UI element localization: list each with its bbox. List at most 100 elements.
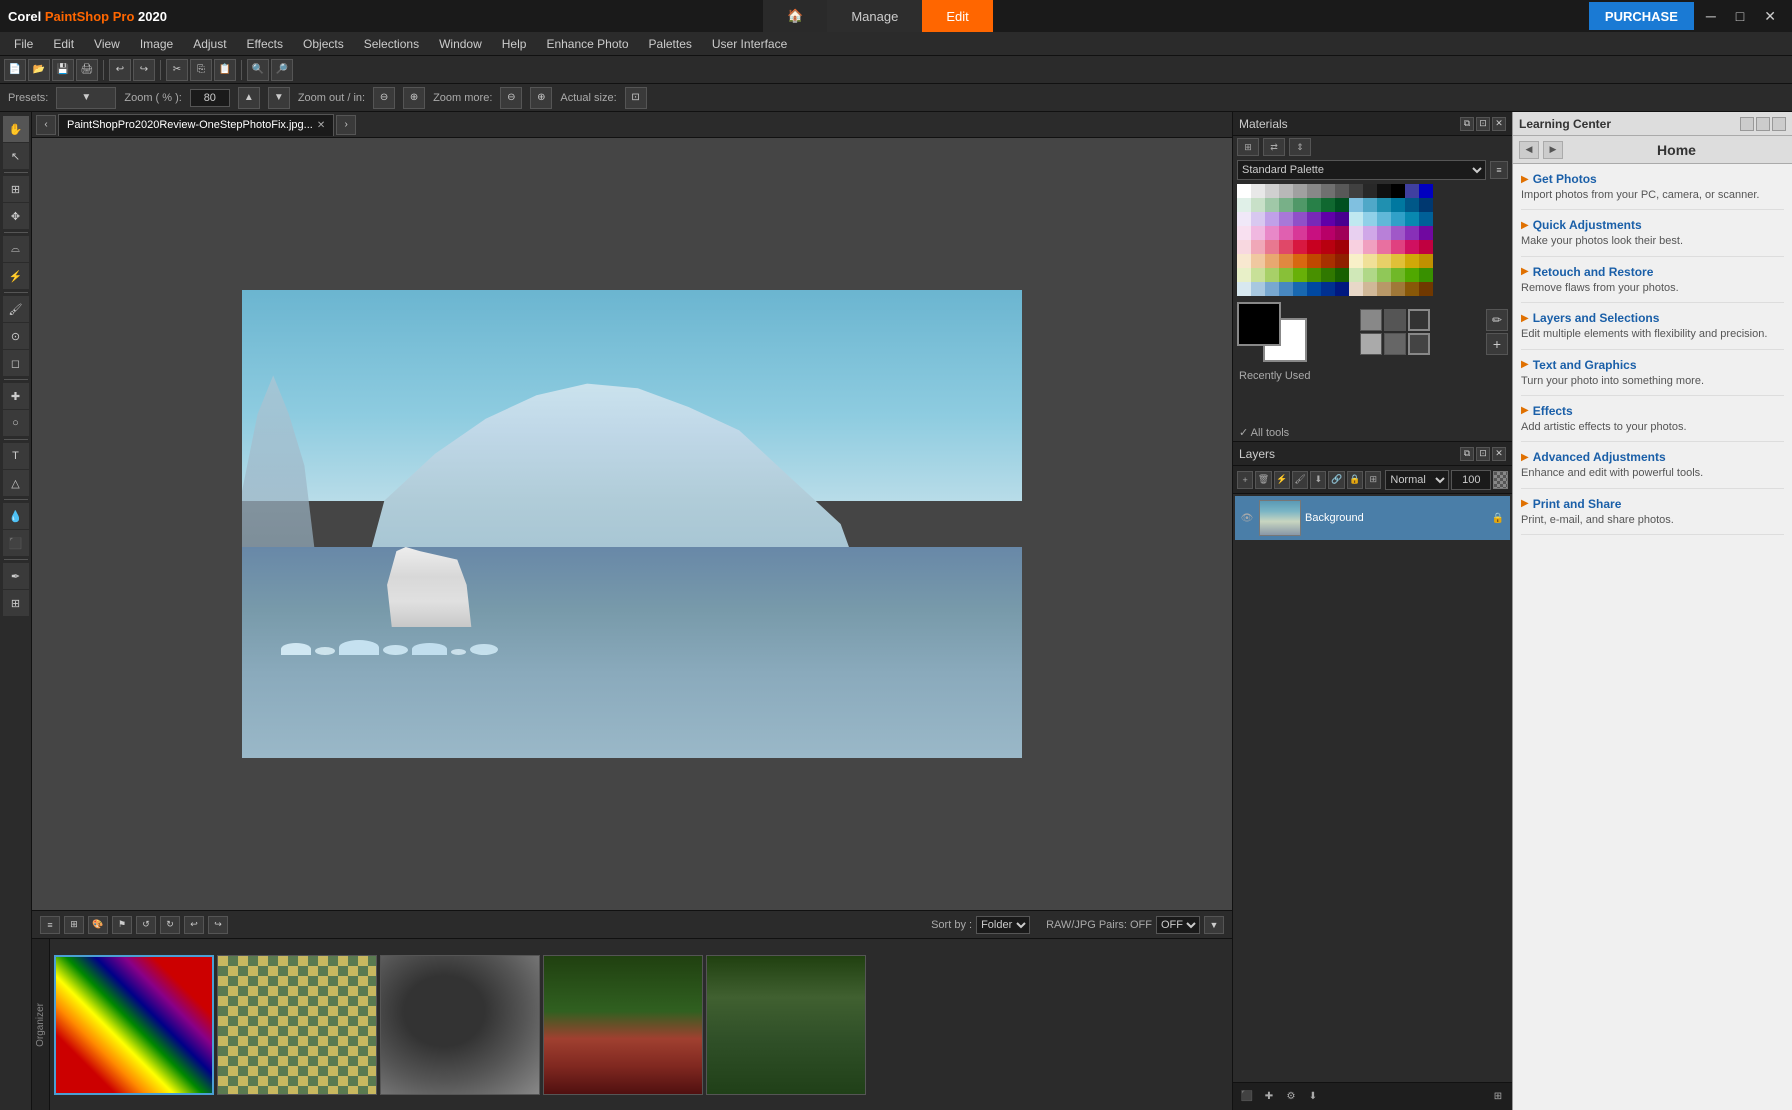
color-cell[interactable] bbox=[1265, 240, 1279, 254]
color-cell[interactable] bbox=[1265, 198, 1279, 212]
org-view-btn-1[interactable]: ≡ bbox=[40, 916, 60, 934]
fg-pattern-swatch-1[interactable] bbox=[1360, 333, 1382, 355]
color-cell[interactable] bbox=[1335, 212, 1349, 226]
transparent-swatch[interactable] bbox=[1408, 309, 1430, 331]
color-cell[interactable] bbox=[1307, 268, 1321, 282]
color-cell[interactable] bbox=[1405, 184, 1419, 198]
color-cell[interactable] bbox=[1349, 254, 1363, 268]
color-cell[interactable] bbox=[1363, 184, 1377, 198]
actual-size-btn[interactable]: ⊡ bbox=[625, 87, 647, 109]
color-cell[interactable] bbox=[1321, 240, 1335, 254]
color-cell[interactable] bbox=[1279, 268, 1293, 282]
color-cell[interactable] bbox=[1391, 184, 1405, 198]
fill-tool[interactable]: ⬛ bbox=[3, 530, 29, 556]
color-cell[interactable] bbox=[1237, 184, 1251, 198]
color-cell[interactable] bbox=[1349, 198, 1363, 212]
color-cell[interactable] bbox=[1279, 282, 1293, 296]
org-thumb-2[interactable] bbox=[217, 955, 377, 1095]
menu-user-interface[interactable]: User Interface bbox=[702, 35, 797, 53]
pan-tool[interactable]: ✋ bbox=[3, 116, 29, 142]
color-cell[interactable] bbox=[1251, 268, 1265, 282]
layers-restore-btn[interactable]: ⧉ bbox=[1460, 447, 1474, 461]
color-cell[interactable] bbox=[1405, 254, 1419, 268]
pattern-swatch-1[interactable] bbox=[1360, 309, 1382, 331]
color-cell[interactable] bbox=[1363, 226, 1377, 240]
layers-tb-merge[interactable]: ⬇ bbox=[1310, 471, 1326, 489]
color-cell[interactable] bbox=[1419, 226, 1433, 240]
grid-view-btn[interactable]: ⊞ bbox=[1237, 138, 1259, 156]
zoom-more-in-btn[interactable]: ⊕ bbox=[530, 87, 552, 109]
lc-section-layers-header[interactable]: ▶ Layers and Selections bbox=[1521, 311, 1784, 325]
color-cell[interactable] bbox=[1265, 282, 1279, 296]
zoom-in-btn[interactable]: ⊕ bbox=[403, 87, 425, 109]
color-cell[interactable] bbox=[1405, 198, 1419, 212]
color-cell[interactable] bbox=[1377, 254, 1391, 268]
lc-section-effects-header[interactable]: ▶ Effects bbox=[1521, 404, 1784, 418]
undo-button[interactable]: ↩ bbox=[109, 59, 131, 81]
color-cell[interactable] bbox=[1405, 212, 1419, 226]
lc-section-quick-adj-header[interactable]: ▶ Quick Adjustments bbox=[1521, 218, 1784, 232]
materials-restore-btn[interactable]: ⧉ bbox=[1460, 117, 1474, 131]
color-cell[interactable] bbox=[1293, 268, 1307, 282]
layer-item-background[interactable]: 👁 Background 🔒 bbox=[1235, 496, 1510, 540]
color-cell[interactable] bbox=[1251, 282, 1265, 296]
menu-selections[interactable]: Selections bbox=[354, 35, 429, 53]
lc-back-btn[interactable]: ◀ bbox=[1519, 141, 1539, 159]
org-color-btn[interactable]: 🎨 bbox=[88, 916, 108, 934]
org-redo-btn[interactable]: ↪ bbox=[208, 916, 228, 934]
lc-close-btn[interactable]: ✕ bbox=[1772, 117, 1786, 131]
color-cell[interactable] bbox=[1237, 254, 1251, 268]
color-cell[interactable] bbox=[1391, 282, 1405, 296]
layer-visibility-icon[interactable]: 👁 bbox=[1239, 510, 1255, 526]
pattern-swatch-2[interactable] bbox=[1384, 309, 1406, 331]
menu-image[interactable]: Image bbox=[130, 35, 183, 53]
color-cell[interactable] bbox=[1335, 184, 1349, 198]
crop-tool[interactable]: ⊞ bbox=[3, 176, 29, 202]
organizer-expand-btn[interactable]: ▼ bbox=[1204, 916, 1224, 934]
zoom-up-button[interactable]: ▲ bbox=[238, 87, 260, 109]
color-cell[interactable] bbox=[1307, 282, 1321, 296]
color-cell[interactable] bbox=[1377, 268, 1391, 282]
mesh-tool[interactable]: ⊞ bbox=[3, 590, 29, 616]
materials-close-btn[interactable]: ✕ bbox=[1492, 117, 1506, 131]
pen-tool[interactable]: ✒ bbox=[3, 563, 29, 589]
color-cell[interactable] bbox=[1321, 184, 1335, 198]
menu-palettes[interactable]: Palettes bbox=[639, 35, 702, 53]
color-cell[interactable] bbox=[1293, 282, 1307, 296]
resize-btn[interactable]: ⇕ bbox=[1289, 138, 1311, 156]
text-tool[interactable]: T bbox=[3, 443, 29, 469]
zoom-down-button[interactable]: ▼ bbox=[268, 87, 290, 109]
color-cell[interactable] bbox=[1405, 226, 1419, 240]
raw-jpg-select[interactable]: OFF ON bbox=[1156, 916, 1200, 934]
color-cell[interactable] bbox=[1377, 226, 1391, 240]
cut-button[interactable]: ✂ bbox=[166, 59, 188, 81]
lc-forward-btn[interactable]: ▶ bbox=[1543, 141, 1563, 159]
select-tool[interactable]: ↖ bbox=[3, 143, 29, 169]
color-cell[interactable] bbox=[1349, 184, 1363, 198]
layers-tb-paint[interactable]: 🖌 bbox=[1292, 471, 1308, 489]
zoom-out-btn[interactable]: ⊖ bbox=[373, 87, 395, 109]
minimize-button[interactable]: ─ bbox=[1698, 4, 1724, 28]
opacity-input[interactable] bbox=[1451, 470, 1491, 490]
color-cell[interactable] bbox=[1321, 268, 1335, 282]
layers-tb-link[interactable]: 🔗 bbox=[1328, 471, 1344, 489]
color-cell[interactable] bbox=[1349, 226, 1363, 240]
color-cell[interactable] bbox=[1391, 240, 1405, 254]
print-button[interactable]: 🖨 bbox=[76, 59, 98, 81]
color-cell[interactable] bbox=[1349, 268, 1363, 282]
layer-lock-icon[interactable]: 🔒 bbox=[1490, 510, 1506, 526]
zoom-out-button[interactable]: 🔎 bbox=[271, 59, 293, 81]
blend-mode-select[interactable]: Normal Multiply Screen Overlay bbox=[1385, 470, 1449, 490]
color-cell[interactable] bbox=[1349, 240, 1363, 254]
lb-settings-btn[interactable]: ⚙ bbox=[1281, 1088, 1301, 1106]
color-cell[interactable] bbox=[1349, 212, 1363, 226]
color-cell[interactable] bbox=[1363, 268, 1377, 282]
color-cell[interactable] bbox=[1335, 240, 1349, 254]
color-cell[interactable] bbox=[1307, 226, 1321, 240]
org-thumb-4[interactable] bbox=[543, 955, 703, 1095]
opacity-gradient-preview[interactable] bbox=[1493, 471, 1508, 489]
color-cell[interactable] bbox=[1307, 240, 1321, 254]
color-cell[interactable] bbox=[1293, 184, 1307, 198]
color-cell[interactable] bbox=[1251, 198, 1265, 212]
lc-section-retouch-header[interactable]: ▶ Retouch and Restore bbox=[1521, 265, 1784, 279]
